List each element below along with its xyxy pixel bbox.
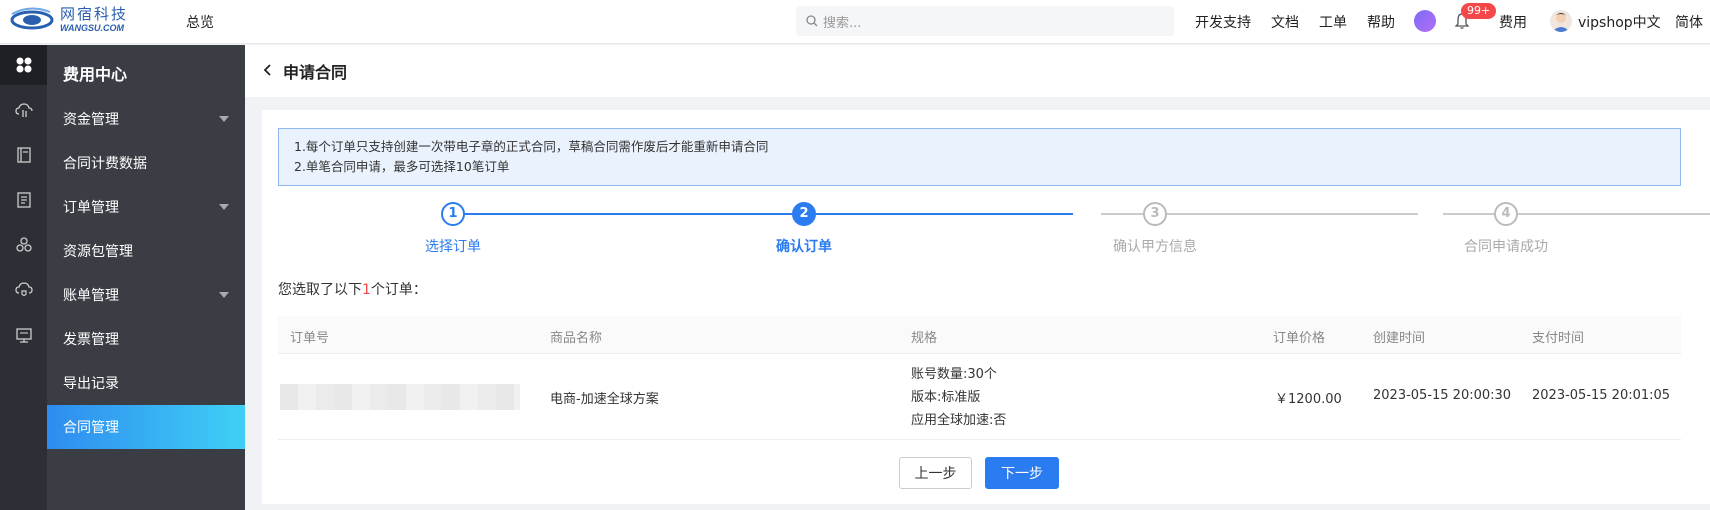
table-row: 电商-加速全球方案 账号数量:30个 版本:标准版 应用全球加速:否 ￥1200… xyxy=(278,354,1681,440)
rail-list[interactable] xyxy=(0,180,47,220)
notice-box: 1.每个订单只支持创建一次带电子章的正式合同，草稿合同需作废后才能重新申请合同 … xyxy=(278,128,1681,186)
sidebar-item-contract-billing[interactable]: 合同计费数据 xyxy=(47,141,245,185)
sidebar-item-label: 合同计费数据 xyxy=(63,156,147,172)
step-4-label: 合同申请成功 xyxy=(1464,239,1548,255)
cell-paid: 2023-05-15 20:01:05 xyxy=(1532,388,1671,403)
logo-icon xyxy=(10,7,54,30)
step-1-dot: 1 xyxy=(441,202,465,226)
sidebar-item-contracts[interactable]: 合同管理 xyxy=(47,405,245,449)
sidebar-item-bills[interactable]: 账单管理 xyxy=(47,273,245,317)
step-4-dot: 4 xyxy=(1494,202,1518,226)
rail-monitor[interactable] xyxy=(0,315,47,355)
cell-price: ￥1200.00 xyxy=(1275,392,1342,407)
link-help[interactable]: 帮助 xyxy=(1367,12,1395,32)
cell-product: 电商-加速全球方案 xyxy=(550,392,659,407)
search-input[interactable]: 搜索... xyxy=(796,6,1174,36)
sidebar-item-orders[interactable]: 订单管理 xyxy=(47,185,245,229)
col-price: 订单价格 xyxy=(1273,331,1326,346)
link-dev-support[interactable]: 开发支持 xyxy=(1195,12,1251,32)
step-connector-3 xyxy=(1443,213,1710,215)
step-3-label: 确认甲方信息 xyxy=(1113,239,1197,255)
rail-cluster[interactable] xyxy=(0,225,47,265)
nav-overview[interactable]: 总览 xyxy=(186,12,214,32)
rail-cloud-shield[interactable] xyxy=(0,270,47,310)
selected-summary: 您选取了以下1个订单： xyxy=(278,279,427,299)
language-switch[interactable]: 简体 xyxy=(1675,12,1703,32)
user-name[interactable]: vipshop中文 xyxy=(1578,12,1661,32)
step-2-dot: 2 xyxy=(792,202,816,226)
notice-line-1: 1.每个订单只支持创建一次带电子章的正式合同，草稿合同需作废后才能重新申请合同 xyxy=(294,139,769,154)
sidebar: 费用中心 资金管理 合同计费数据 订单管理 资源包管理 账单管理 发票管理 导出… xyxy=(47,45,245,510)
sidebar-item-resource-packs[interactable]: 资源包管理 xyxy=(47,229,245,273)
cell-spec: 账号数量:30个 版本:标准版 应用全球加速:否 xyxy=(911,363,1006,432)
link-tickets[interactable]: 工单 xyxy=(1319,12,1347,32)
spec-line: 账号数量:30个 xyxy=(911,367,997,382)
cluster-icon xyxy=(15,237,32,252)
book-icon xyxy=(16,147,31,163)
sidebar-title: 费用中心 xyxy=(63,65,128,84)
sidebar-item-label: 合同管理 xyxy=(63,420,119,436)
selected-count: 1 xyxy=(362,282,371,298)
col-order-no: 订单号 xyxy=(290,331,330,346)
rail-apps[interactable] xyxy=(0,45,47,85)
chevron-down-icon xyxy=(219,292,229,298)
sidebar-item-invoices[interactable]: 发票管理 xyxy=(47,317,245,361)
sidebar-item-label: 导出记录 xyxy=(63,376,119,392)
orders-table: 订单号 商品名称 规格 订单价格 创建时间 支付时间 电商-加速全球方案 账号数… xyxy=(278,316,1681,440)
notification-badge: 99+ xyxy=(1461,3,1497,19)
step-3-dot: 3 xyxy=(1143,202,1167,226)
col-product: 商品名称 xyxy=(550,331,603,346)
cloud-icon xyxy=(14,103,33,117)
sidebar-item-label: 账单管理 xyxy=(63,288,119,304)
page-header: 申请合同 xyxy=(245,45,1710,97)
top-bar: 网宿科技 WANGSU.COM 总览 搜索... 开发支持 文档 工单 帮助 9… xyxy=(0,0,1710,44)
sidebar-item-label: 资金管理 xyxy=(63,112,119,128)
search-placeholder: 搜索... xyxy=(823,15,862,31)
sidebar-item-label: 订单管理 xyxy=(63,200,119,216)
redacted-order-no xyxy=(280,384,520,410)
back-arrow-icon[interactable] xyxy=(263,63,273,77)
icon-rail xyxy=(0,45,47,510)
company-logo[interactable]: 网宿科技 WANGSU.COM xyxy=(10,6,128,34)
sidebar-item-label: 发票管理 xyxy=(63,332,119,348)
list-icon xyxy=(16,192,31,208)
step-connector-1 xyxy=(451,213,1073,215)
spec-line: 版本:标准版 xyxy=(911,390,981,405)
apps-icon xyxy=(16,57,31,73)
assistant-icon[interactable] xyxy=(1414,10,1436,32)
col-paid: 支付时间 xyxy=(1532,331,1585,346)
sidebar-item-label: 资源包管理 xyxy=(63,244,133,260)
selected-prefix: 您选取了以下 xyxy=(278,282,362,298)
sidebar-item-funds[interactable]: 资金管理 xyxy=(47,97,245,141)
table-header: 订单号 商品名称 规格 订单价格 创建时间 支付时间 xyxy=(278,316,1681,354)
user-avatar[interactable] xyxy=(1550,10,1572,32)
sidebar-item-export-records[interactable]: 导出记录 xyxy=(47,361,245,405)
chevron-down-icon xyxy=(219,116,229,122)
col-created: 创建时间 xyxy=(1373,331,1426,346)
cloud-shield-icon xyxy=(14,282,33,297)
monitor-icon xyxy=(15,328,32,343)
page-title: 申请合同 xyxy=(283,63,348,82)
steps-progress: 1 2 3 4 选择订单 确认订单 确认甲方信息 合同申请成功 xyxy=(278,200,1710,260)
step-1-label: 选择订单 xyxy=(425,239,481,255)
search-icon xyxy=(806,15,818,27)
link-fee[interactable]: 费用 xyxy=(1499,12,1527,32)
col-spec: 规格 xyxy=(911,331,938,346)
link-docs[interactable]: 文档 xyxy=(1271,12,1299,32)
next-step-button[interactable]: 下一步 xyxy=(985,457,1059,489)
chevron-down-icon xyxy=(219,204,229,210)
prev-step-button[interactable]: 上一步 xyxy=(899,457,972,489)
logo-cn-text: 网宿科技 xyxy=(60,5,129,23)
logo-en-text: WANGSU.COM xyxy=(60,23,124,33)
rail-book[interactable] xyxy=(0,135,47,175)
notice-line-2: 2.单笔合同申请，最多可选择10笔订单 xyxy=(294,159,510,174)
step-2-label: 确认订单 xyxy=(776,239,832,255)
rail-cloud[interactable] xyxy=(0,90,47,130)
avatar-icon xyxy=(1552,13,1570,32)
selected-suffix: 个订单： xyxy=(370,282,427,298)
spec-line: 应用全球加速:否 xyxy=(911,413,1007,428)
cell-created: 2023-05-15 20:00:30 xyxy=(1373,388,1512,403)
